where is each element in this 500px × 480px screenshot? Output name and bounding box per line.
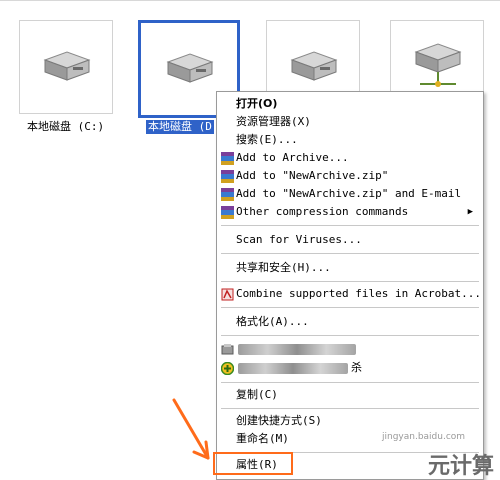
hard-disk-icon (43, 51, 91, 81)
hard-disk-icon (166, 53, 214, 83)
menu-item-add-email[interactable]: Add to "NewArchive.zip" and E-mail (217, 185, 483, 203)
menu-item-add-archive[interactable]: Add to Archive... (217, 149, 483, 167)
menu-separator (221, 225, 479, 226)
network-drive-icon (414, 43, 462, 87)
scanner-icon (221, 344, 234, 355)
annotation-arrow-icon (172, 398, 210, 460)
drive-d-label: 本地磁盘 (D (146, 120, 214, 134)
menu-separator (221, 335, 479, 336)
watermark-small: jingyan.baidu.com (382, 432, 466, 442)
menu-item-scan-viruses[interactable]: Scan for Viruses... (217, 231, 483, 249)
menu-item-copy[interactable]: 复制(C) (217, 386, 483, 404)
menu-item-blurred-1[interactable] (217, 340, 483, 358)
menu-separator (221, 307, 479, 308)
menu-item-blurred-2[interactable]: 杀 (217, 359, 483, 377)
submenu-arrow-icon: ▶ (467, 207, 473, 217)
menu-item-other-compression[interactable]: Other compression commands ▶ (217, 203, 483, 221)
winrar-icon (221, 152, 234, 165)
menu-item-share-security[interactable]: 共享和安全(H)... (217, 259, 483, 277)
menu-separator (221, 408, 479, 409)
blurred-text (238, 363, 348, 374)
context-menu: 打开(O) 资源管理器(X) 搜索(E)... Add to Archive..… (216, 91, 484, 480)
menu-item-create-shortcut[interactable]: 创建快捷方式(S) (217, 412, 483, 430)
menu-separator (221, 281, 479, 282)
winrar-icon (221, 188, 234, 201)
menu-item-explorer[interactable]: 资源管理器(X) (217, 113, 483, 131)
menu-separator (221, 253, 479, 254)
menu-separator (221, 382, 479, 383)
acrobat-icon (221, 288, 234, 301)
winrar-icon (221, 170, 234, 183)
antivirus-plus-icon (221, 362, 234, 375)
properties-highlight-box (213, 452, 293, 475)
drive-c-label: 本地磁盘 (C:) (27, 120, 105, 133)
menu-item-format[interactable]: 格式化(A)... (217, 313, 483, 331)
hard-disk-icon (290, 51, 338, 81)
menu-item-open[interactable]: 打开(O) (217, 95, 483, 113)
menu-item-combine-acrobat[interactable]: Combine supported files in Acrobat... (217, 285, 483, 303)
blurred-text (238, 344, 356, 355)
winrar-icon (221, 206, 234, 219)
watermark-main: 元计算 (427, 454, 494, 479)
drive-c[interactable]: 本地磁盘 (C:) (19, 20, 113, 140)
menu-item-add-newarchive[interactable]: Add to "NewArchive.zip" (217, 167, 483, 185)
top-divider (0, 0, 500, 1)
menu-item-search[interactable]: 搜索(E)... (217, 131, 483, 149)
